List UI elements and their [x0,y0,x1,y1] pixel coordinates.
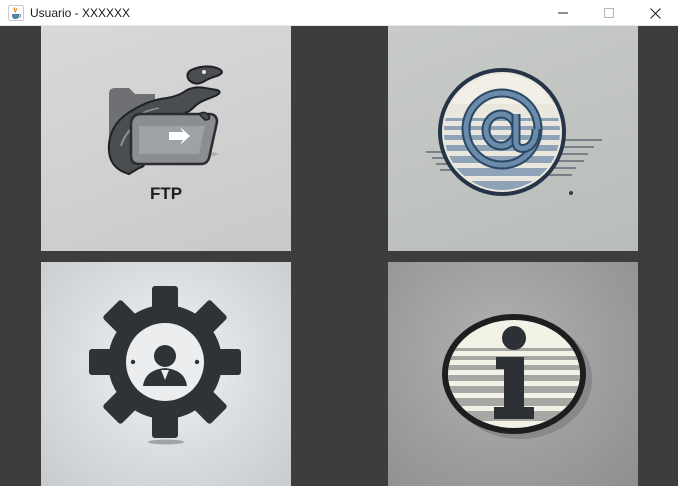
close-button[interactable] [632,0,678,26]
window-title: Usuario - XXXXXX [30,5,131,20]
gear-user-icon [89,286,241,445]
main-content: FTP [0,26,678,486]
ftp-label: FTP [150,184,182,203]
ftp-button[interactable]: FTP [41,26,291,251]
java-cup-icon [8,4,24,21]
minimize-icon [558,8,568,18]
close-icon [649,7,661,19]
window-controls [540,0,678,26]
info-button[interactable] [388,262,638,486]
at-sign-icon [426,68,602,196]
title-bar[interactable]: Usuario - XXXXXX [0,0,678,26]
user-settings-button[interactable] [41,262,291,486]
app-window: Usuario - XXXXXX FTP [0,0,678,486]
email-button[interactable] [388,26,638,251]
info-icon [442,314,592,439]
maximize-icon [604,8,614,18]
minimize-button[interactable] [540,0,586,26]
ftp-lizard-folder-icon: FTP [107,65,223,203]
maximize-button[interactable] [586,0,632,26]
